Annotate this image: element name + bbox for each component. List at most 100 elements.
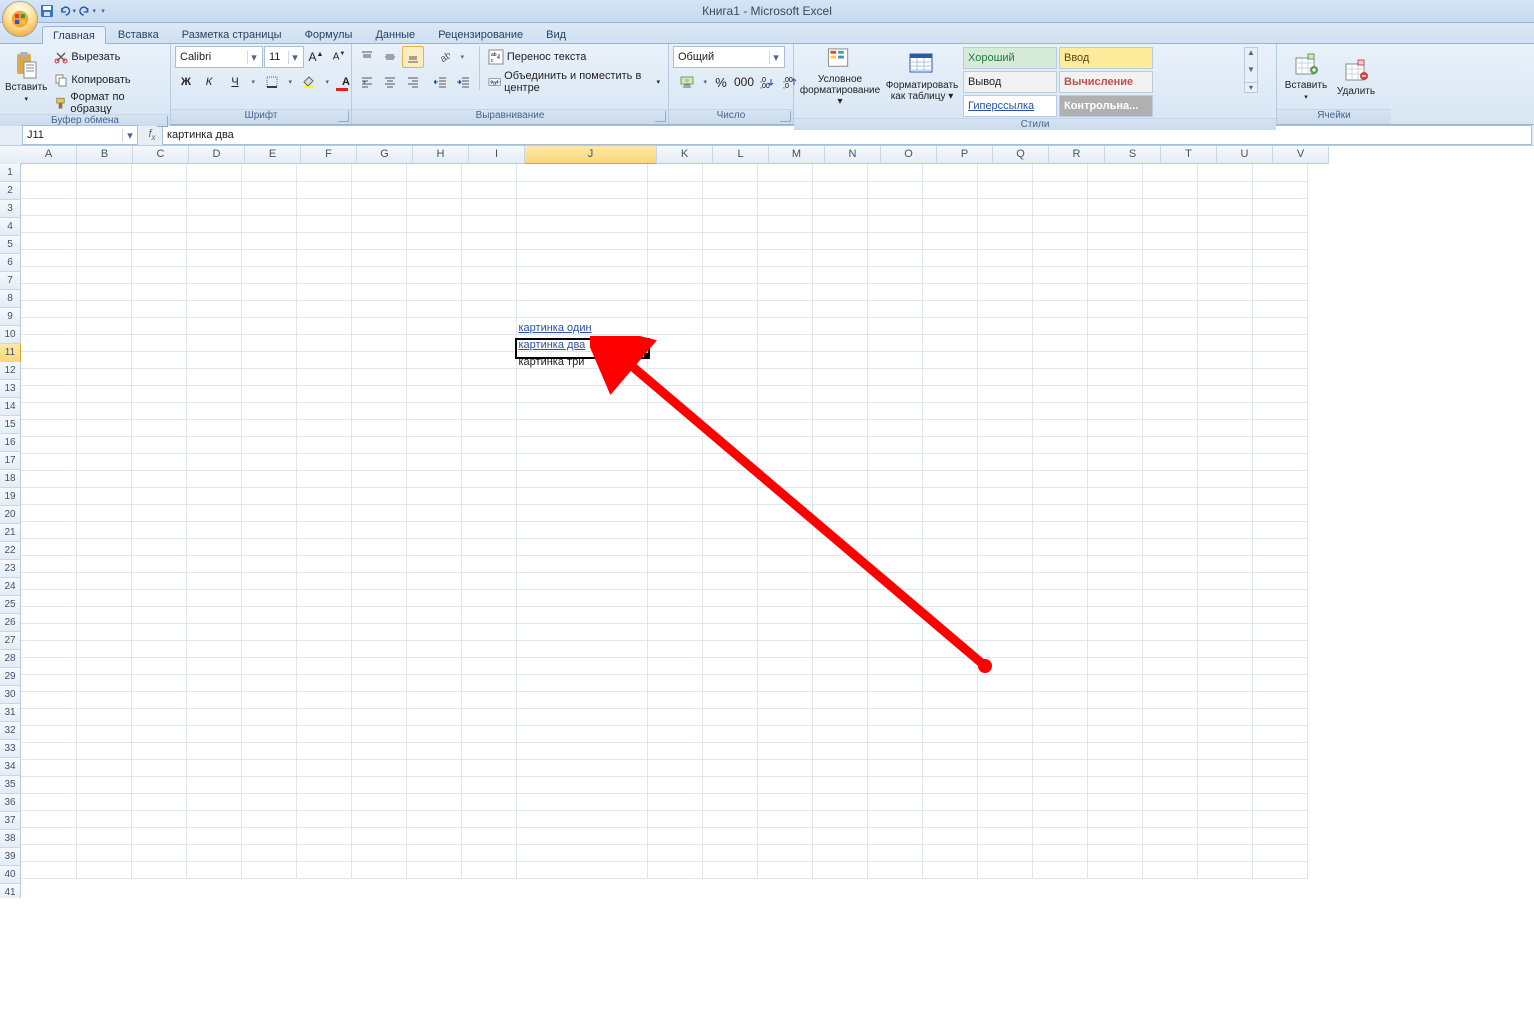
cell-F38[interactable] (296, 793, 351, 810)
cell-G28[interactable] (351, 623, 406, 640)
cell-U31[interactable] (1197, 674, 1252, 691)
cell-Q22[interactable] (977, 521, 1032, 538)
cell-N29[interactable] (812, 640, 867, 657)
cell-R22[interactable] (1032, 521, 1087, 538)
cell-F8[interactable] (296, 283, 351, 300)
row-header-18[interactable]: 18 (0, 470, 21, 488)
cell-Q37[interactable] (977, 776, 1032, 793)
format-painter-button[interactable]: Формат по образцу (50, 92, 166, 114)
style-input[interactable]: Ввод (1059, 47, 1153, 69)
cell-I33[interactable] (461, 708, 516, 725)
cell-A42[interactable] (21, 861, 76, 878)
cell-E14[interactable] (241, 385, 296, 402)
cell-T30[interactable] (1142, 657, 1197, 674)
cell-D41[interactable] (186, 844, 241, 861)
cell-B13[interactable] (76, 368, 131, 385)
cell-O38[interactable] (867, 793, 922, 810)
cell-B28[interactable] (76, 623, 131, 640)
row-headers[interactable]: 1234567891011121314151617181920212223242… (0, 164, 21, 898)
col-header-H[interactable]: H (413, 146, 469, 164)
cell-R37[interactable] (1032, 776, 1087, 793)
cell-G1[interactable] (351, 164, 406, 181)
cell-S15[interactable] (1087, 402, 1142, 419)
cell-S10[interactable] (1087, 317, 1142, 334)
cell-K1[interactable] (647, 164, 702, 181)
cell-T31[interactable] (1142, 674, 1197, 691)
cell-H9[interactable] (406, 300, 461, 317)
cell-K23[interactable] (647, 538, 702, 555)
cell-M33[interactable] (757, 708, 812, 725)
cell-J8[interactable] (516, 283, 647, 300)
cell-P23[interactable] (922, 538, 977, 555)
cell-P21[interactable] (922, 504, 977, 521)
cell-T29[interactable] (1142, 640, 1197, 657)
cell-D22[interactable] (186, 521, 241, 538)
cell-F9[interactable] (296, 300, 351, 317)
col-header-R[interactable]: R (1049, 146, 1105, 164)
cell-V36[interactable] (1252, 759, 1307, 776)
cell-R18[interactable] (1032, 453, 1087, 470)
cell-L41[interactable] (702, 844, 757, 861)
cell-G2[interactable] (351, 181, 406, 198)
cell-E41[interactable] (241, 844, 296, 861)
cell-O10[interactable] (867, 317, 922, 334)
style-calc[interactable]: Вычисление (1059, 71, 1153, 93)
cell-I11[interactable] (461, 334, 516, 351)
number-format-combo[interactable]: Общий▾ (673, 46, 785, 68)
cell-T9[interactable] (1142, 300, 1197, 317)
cell-R4[interactable] (1032, 215, 1087, 232)
cell-L13[interactable] (702, 368, 757, 385)
cell-N32[interactable] (812, 691, 867, 708)
cell-D21[interactable] (186, 504, 241, 521)
cell-E21[interactable] (241, 504, 296, 521)
cell-U1[interactable] (1197, 164, 1252, 181)
cell-H20[interactable] (406, 487, 461, 504)
cell-T19[interactable] (1142, 470, 1197, 487)
bold-button[interactable]: Ж (175, 71, 197, 93)
cell-M41[interactable] (757, 844, 812, 861)
cell-Q30[interactable] (977, 657, 1032, 674)
cell-L27[interactable] (702, 606, 757, 623)
cell-R16[interactable] (1032, 419, 1087, 436)
cell-C36[interactable] (131, 759, 186, 776)
col-header-B[interactable]: B (77, 146, 133, 164)
cell-O25[interactable] (867, 572, 922, 589)
cell-N16[interactable] (812, 419, 867, 436)
cell-E31[interactable] (241, 674, 296, 691)
cell-T40[interactable] (1142, 827, 1197, 844)
row-header-31[interactable]: 31 (0, 704, 21, 722)
cell-A20[interactable] (21, 487, 76, 504)
cell-E17[interactable] (241, 436, 296, 453)
cell-U4[interactable] (1197, 215, 1252, 232)
cell-Q34[interactable] (977, 725, 1032, 742)
cell-P12[interactable] (922, 351, 977, 368)
cell-S3[interactable] (1087, 198, 1142, 215)
cell-B42[interactable] (76, 861, 131, 878)
cell-Q23[interactable] (977, 538, 1032, 555)
cell-G38[interactable] (351, 793, 406, 810)
col-header-N[interactable]: N (825, 146, 881, 164)
cell-H6[interactable] (406, 249, 461, 266)
cell-U40[interactable] (1197, 827, 1252, 844)
cell-S16[interactable] (1087, 419, 1142, 436)
cell-A15[interactable] (21, 402, 76, 419)
cell-N27[interactable] (812, 606, 867, 623)
cell-H39[interactable] (406, 810, 461, 827)
cell-P3[interactable] (922, 198, 977, 215)
cell-L22[interactable] (702, 521, 757, 538)
cell-V6[interactable] (1252, 249, 1307, 266)
cell-C3[interactable] (131, 198, 186, 215)
cell-V40[interactable] (1252, 827, 1307, 844)
cell-G21[interactable] (351, 504, 406, 521)
cell-V22[interactable] (1252, 521, 1307, 538)
cell-J27[interactable] (516, 606, 647, 623)
cell-V10[interactable] (1252, 317, 1307, 334)
cell-D1[interactable] (186, 164, 241, 181)
cell-T36[interactable] (1142, 759, 1197, 776)
cell-K38[interactable] (647, 793, 702, 810)
cell-E4[interactable] (241, 215, 296, 232)
cell-K3[interactable] (647, 198, 702, 215)
cell-O14[interactable] (867, 385, 922, 402)
cell-N6[interactable] (812, 249, 867, 266)
cell-F42[interactable] (296, 861, 351, 878)
